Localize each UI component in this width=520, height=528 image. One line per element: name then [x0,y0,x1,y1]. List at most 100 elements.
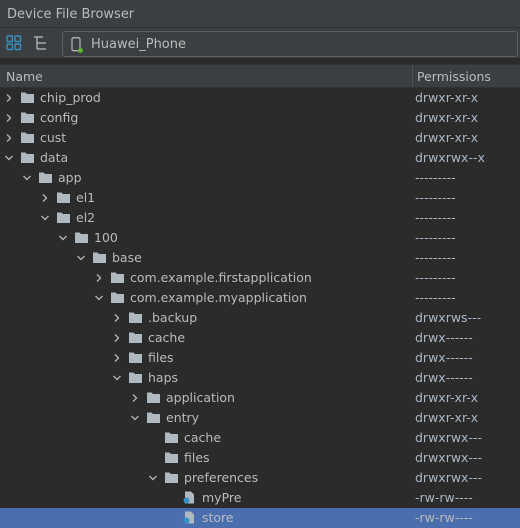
chevron-right-icon[interactable] [4,93,14,103]
file-permissions: drwx------ [415,350,473,365]
tree-row[interactable]: files drwxrwx--- [0,448,520,468]
tree-row[interactable]: cache drwxrwx--- [0,428,520,448]
file-permissions: --------- [415,190,456,205]
chevron-right-icon[interactable] [130,393,140,403]
chevron-down-icon[interactable] [148,473,158,483]
file-name: store [202,510,234,525]
device-selector[interactable]: Huawei_Phone [62,31,518,57]
file-permissions: --------- [415,250,456,265]
file-name: data [40,150,69,165]
tree-row[interactable]: com.example.myapplication --------- [0,288,520,308]
file-permissions: --------- [415,230,456,245]
folder-icon [165,432,178,443]
tree-row[interactable]: com.example.firstapplication --------- [0,268,520,288]
file-permissions: drwxrwx--- [415,470,482,485]
tree-row[interactable]: cust drwxr-xr-x [0,128,520,148]
file-permissions: drwxrwx--- [415,430,482,445]
folder-icon [21,112,34,123]
tree-row[interactable]: preferences drwxrwx--- [0,468,520,488]
tree-icon[interactable] [31,34,49,52]
file-name: myPre [202,490,242,505]
file-permissions: drwx------ [415,330,473,345]
chevron-right-icon[interactable] [4,113,14,123]
tree-row[interactable]: entry drwxr-xr-x [0,408,520,428]
chevron-down-icon[interactable] [76,253,86,263]
file-permissions: drwxr-xr-x [415,130,479,145]
file-name: com.example.myapplication [130,290,307,305]
chevron-right-icon[interactable] [40,193,50,203]
file-permissions: -rw-rw---- [415,510,473,525]
file-name: chip_prod [40,90,101,105]
chevron-down-icon[interactable] [4,153,14,163]
file-permissions: drwxr-xr-x [415,410,479,425]
chevron-right-icon[interactable] [112,313,122,323]
file-name: files [184,450,210,465]
folder-icon [21,152,34,163]
file-tree: chip_prod drwxr-xr-x config drwxr-xr-x cust d… [0,88,520,528]
folder-icon [147,412,160,423]
file-permissions: --------- [415,170,456,185]
file-name: entry [166,410,200,425]
tree-row[interactable]: haps drwx------ [0,368,520,388]
tree-row[interactable]: data drwxrwx--x [0,148,520,168]
folder-icon [75,232,88,243]
file-name: base [112,250,142,265]
tree-row[interactable]: app --------- [0,168,520,188]
chevron-down-icon[interactable] [40,213,50,223]
file-name: .backup [148,310,198,325]
group-icon[interactable] [5,34,23,52]
file-permissions: drwxr-xr-x [415,390,479,405]
chevron-right-icon[interactable] [112,333,122,343]
chevron-down-icon[interactable] [112,373,122,383]
tree-row[interactable]: application drwxr-xr-x [0,388,520,408]
column-header-permissions[interactable]: Permissions [417,69,491,84]
folder-icon [111,272,124,283]
title-bar: Device File Browser [0,0,520,28]
file-name: app [58,170,82,185]
unknown-file-icon [183,491,194,504]
tree-row[interactable]: store -rw-rw---- [0,508,520,528]
file-name: haps [148,370,179,385]
file-name: cache [184,430,222,445]
tree-row[interactable]: el1 --------- [0,188,520,208]
file-name: cust [40,130,67,145]
folder-icon [57,192,70,203]
file-name: el2 [76,210,96,225]
chevron-right-icon[interactable] [112,353,122,363]
device-name: Huawei_Phone [91,37,186,52]
folder-icon [129,312,142,323]
folder-icon [111,292,124,303]
tree-row[interactable]: myPre -rw-rw---- [0,488,520,508]
column-divider[interactable] [412,65,413,87]
folder-icon [129,372,142,383]
tree-row[interactable]: chip_prod drwxr-xr-x [0,88,520,108]
column-header-name[interactable]: Name [6,69,43,84]
tree-row[interactable]: base --------- [0,248,520,268]
tree-row[interactable]: el2 --------- [0,208,520,228]
file-name: config [40,110,79,125]
file-permissions: --------- [415,290,456,305]
toolbar: Huawei_Phone [0,28,520,59]
file-name: 100 [94,230,118,245]
chevron-down-icon[interactable] [58,233,68,243]
chevron-down-icon[interactable] [130,413,140,423]
tree-row[interactable]: cache drwx------ [0,328,520,348]
file-permissions: drwxrwx--x [415,150,485,165]
tree-row[interactable]: .backup drwxrws--- [0,308,520,328]
folder-icon [165,472,178,483]
chevron-down-icon[interactable] [94,293,104,303]
file-permissions: -rw-rw---- [415,490,473,505]
phone-icon [71,37,83,53]
chevron-right-icon[interactable] [94,273,104,283]
file-name: com.example.firstapplication [130,270,312,285]
tree-row[interactable]: files drwx------ [0,348,520,368]
chevron-right-icon[interactable] [4,133,14,143]
unknown-file-icon [183,511,194,524]
file-name: preferences [184,470,259,485]
file-name: files [148,350,174,365]
tree-row[interactable]: 100 --------- [0,228,520,248]
file-permissions: --------- [415,270,456,285]
tree-row[interactable]: config drwxr-xr-x [0,108,520,128]
chevron-down-icon[interactable] [22,173,32,183]
folder-icon [165,452,178,463]
